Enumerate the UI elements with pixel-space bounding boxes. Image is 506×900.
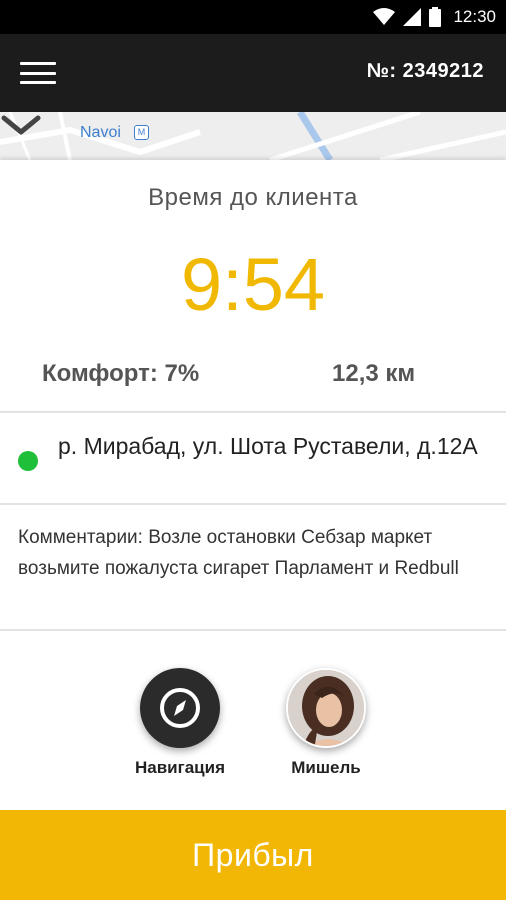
status-time: 12:30	[453, 7, 496, 26]
chevron-down-icon[interactable]	[0, 112, 42, 138]
map-preview[interactable]: Navoi M	[0, 112, 506, 160]
navigation-circle[interactable]	[140, 668, 220, 748]
avatar[interactable]	[286, 668, 366, 748]
navigation-button[interactable]: Навигация	[120, 668, 240, 778]
signal-icon	[403, 8, 422, 26]
app-bar: №: 2349212	[0, 34, 506, 112]
trip-info-card: Время до клиента 9:54 Комфорт: 7% 12,3 к…	[0, 160, 506, 410]
hamburger-menu-icon[interactable]	[20, 58, 56, 88]
navigation-label: Навигация	[135, 758, 225, 777]
map-roads	[0, 112, 506, 160]
order-comment: Комментарии: Возле остановки Себзар марк…	[18, 527, 459, 579]
time-to-client-label: Время до клиента	[148, 184, 358, 211]
metro-icon: M	[134, 125, 149, 140]
map-place-label: Navoi	[80, 124, 121, 141]
pickup-address-row[interactable]: р. Мирабад, ул. Шота Руставели, д.12А	[0, 413, 506, 503]
battery-icon	[429, 7, 442, 27]
pickup-dot-icon	[18, 451, 38, 471]
status-icons: 12:30	[373, 0, 496, 34]
countdown-timer: 9:54	[180, 243, 326, 326]
order-number: №: 2349212	[366, 60, 484, 82]
divider	[0, 629, 506, 631]
status-bar: 12:30	[0, 0, 506, 34]
client-button[interactable]: Мишель	[266, 668, 386, 778]
client-name: Мишель	[291, 758, 361, 777]
client-avatar-image	[288, 670, 364, 746]
wifi-icon	[373, 8, 396, 25]
distance-value: 12,3 км	[332, 360, 416, 387]
compass-icon	[160, 688, 200, 728]
comfort-value: Комфорт: 7%	[42, 360, 200, 387]
divider	[0, 503, 506, 505]
pickup-address: р. Мирабад, ул. Шота Руставели, д.12А	[58, 433, 478, 459]
arrived-button[interactable]: Прибыл	[0, 810, 506, 900]
action-buttons: Навигация Мишель	[0, 632, 506, 810]
